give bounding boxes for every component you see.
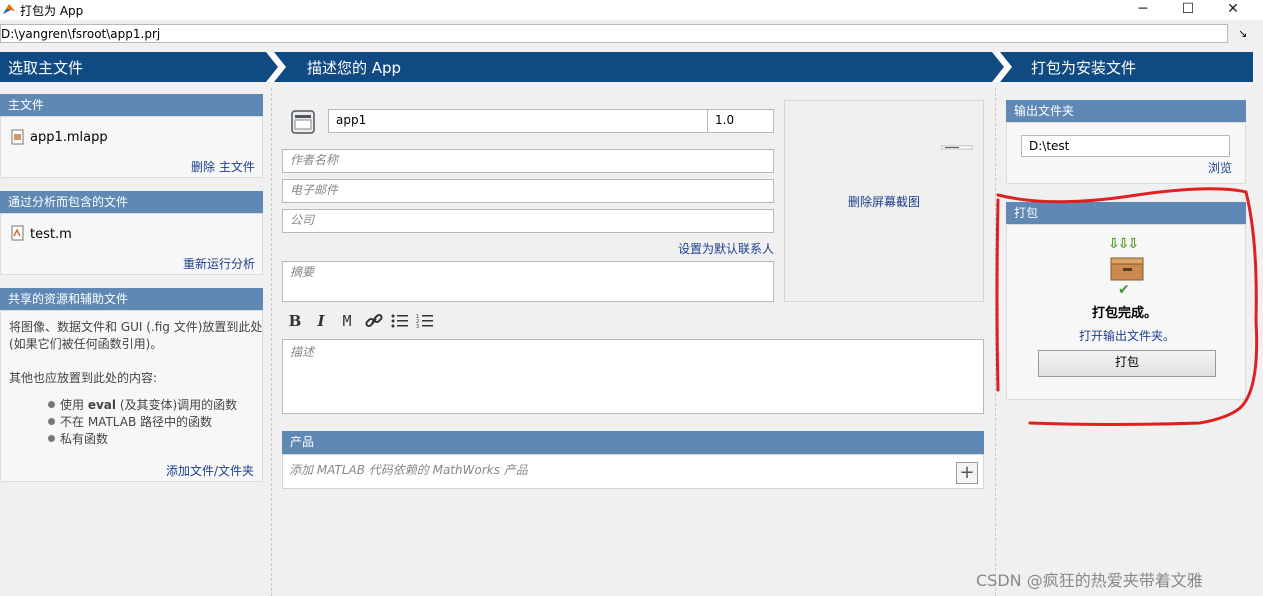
- shared-item: 不在 MATLAB 路径中的函数: [60, 415, 212, 429]
- project-path-field[interactable]: D:\yangren\fsroot\app1.prj: [0, 24, 1228, 43]
- chevron-right-icon: [266, 52, 286, 82]
- stage-package-installer: 打包为安装文件: [1031, 59, 1137, 77]
- close-button[interactable]: ✕: [1210, 0, 1256, 20]
- shared-resources-panel: 将图像、数据文件和 GUI (.fig 文件)放置到此处 (如果它们被任何函数引…: [0, 310, 263, 482]
- delete-screenshot-link[interactable]: 删除屏幕截图: [848, 193, 920, 210]
- italic-button[interactable]: I: [311, 312, 331, 330]
- link-icon[interactable]: [364, 312, 384, 330]
- version-field[interactable]: 1.0: [707, 109, 774, 133]
- set-default-contact-link[interactable]: 设置为默认联系人: [678, 240, 774, 257]
- main-file-panel: app1.mlapp 删除 主文件: [0, 116, 263, 178]
- analysis-file-name[interactable]: test.m: [30, 227, 72, 242]
- analysis-files-header: 通过分析而包含的文件: [0, 191, 263, 213]
- remove-main-file-link[interactable]: 删除 主文件: [191, 158, 255, 175]
- bullet-list-icon[interactable]: [391, 313, 409, 329]
- collapse-arrow-icon[interactable]: ↘: [1238, 27, 1247, 40]
- project-path-text: D:\yangren\fsroot\app1.prj: [1, 27, 161, 41]
- maximize-button[interactable]: ☐: [1165, 0, 1211, 20]
- watermark-text: CSDN @疯狂的热爱夹带着文雅: [976, 571, 1203, 590]
- author-field[interactable]: 作者名称: [282, 149, 774, 173]
- shared-desc-line2: (如果它们被任何函数引用)。: [9, 337, 163, 351]
- output-folder-panel: D:\test 浏览: [1006, 122, 1246, 184]
- bullet-icon: [48, 418, 55, 425]
- stage-describe-app: 描述您的 App: [307, 59, 402, 77]
- email-field[interactable]: 电子邮件: [282, 179, 774, 203]
- main-file-name[interactable]: app1.mlapp: [30, 130, 108, 145]
- add-files-folder-link[interactable]: 添加文件/文件夹: [166, 462, 254, 479]
- rerun-analysis-link[interactable]: 重新运行分析: [183, 255, 255, 272]
- m-file-icon: [11, 225, 24, 241]
- bullet-icon: [48, 435, 55, 442]
- browse-link[interactable]: 浏览: [1208, 159, 1232, 176]
- window-title: 打包为 App: [20, 4, 84, 18]
- output-folder-header: 输出文件夹: [1006, 100, 1246, 122]
- description-field[interactable]: 描述: [282, 339, 984, 414]
- analysis-files-panel: test.m 重新运行分析: [0, 213, 263, 275]
- title-bar: 打包为 App ─ ☐ ✕: [0, 0, 1263, 20]
- shared-desc-line1: 将图像、数据文件和 GUI (.fig 文件)放置到此处: [9, 320, 263, 334]
- products-panel: 添加 MATLAB 代码依赖的 MathWorks 产品 +: [282, 454, 984, 489]
- screenshot-panel[interactable]: 删除屏幕截图: [784, 100, 984, 302]
- products-placeholder: 添加 MATLAB 代码依赖的 MathWorks 产品: [289, 463, 528, 477]
- main-file-header: 主文件: [0, 94, 263, 116]
- matlab-logo-icon: [3, 4, 15, 14]
- mlapp-file-icon: [11, 129, 24, 145]
- minimize-button[interactable]: ─: [1120, 0, 1166, 20]
- add-product-button[interactable]: +: [956, 462, 978, 484]
- chevron-right-icon: [992, 52, 1012, 82]
- output-folder-field[interactable]: D:\test: [1021, 135, 1230, 157]
- column-divider: [271, 88, 272, 596]
- screenshot-thumbnail-icon: [941, 145, 973, 150]
- company-field[interactable]: 公司: [282, 209, 774, 233]
- app-icon[interactable]: [290, 109, 316, 135]
- stage-select-main-file: 选取主文件: [8, 59, 84, 77]
- monospace-button[interactable]: M: [337, 312, 357, 330]
- bullet-icon: [48, 401, 55, 408]
- shared-resources-header: 共享的资源和辅助文件: [0, 288, 263, 310]
- bold-button[interactable]: B: [285, 312, 305, 330]
- numbered-list-icon[interactable]: 123: [416, 313, 434, 329]
- red-annotation-mark: [995, 187, 1259, 426]
- svg-text:3: 3: [416, 324, 419, 329]
- app-name-field[interactable]: app1: [328, 109, 708, 133]
- products-header: 产品: [282, 431, 984, 454]
- shared-item: 私有函数: [60, 432, 109, 446]
- stage-banner: 选取主文件 描述您的 App 打包为安装文件: [0, 52, 1253, 82]
- summary-field[interactable]: 摘要: [282, 261, 774, 302]
- shared-also-line: 其他也应放置到此处的内容:: [9, 371, 158, 385]
- shared-item: 使用 eval (及其变体)调用的函数: [60, 398, 238, 412]
